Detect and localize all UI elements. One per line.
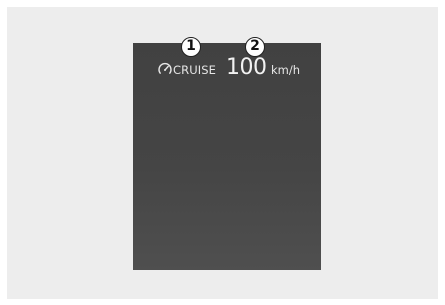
- set-speed-value: 100: [226, 55, 267, 80]
- cruise-label: CRUISE: [173, 63, 216, 77]
- speed-unit-label: km/h: [271, 63, 301, 77]
- callout-marker-2: 2: [245, 37, 265, 57]
- callout-marker-1: 1: [181, 37, 201, 57]
- cruise-control-icon: [158, 62, 172, 74]
